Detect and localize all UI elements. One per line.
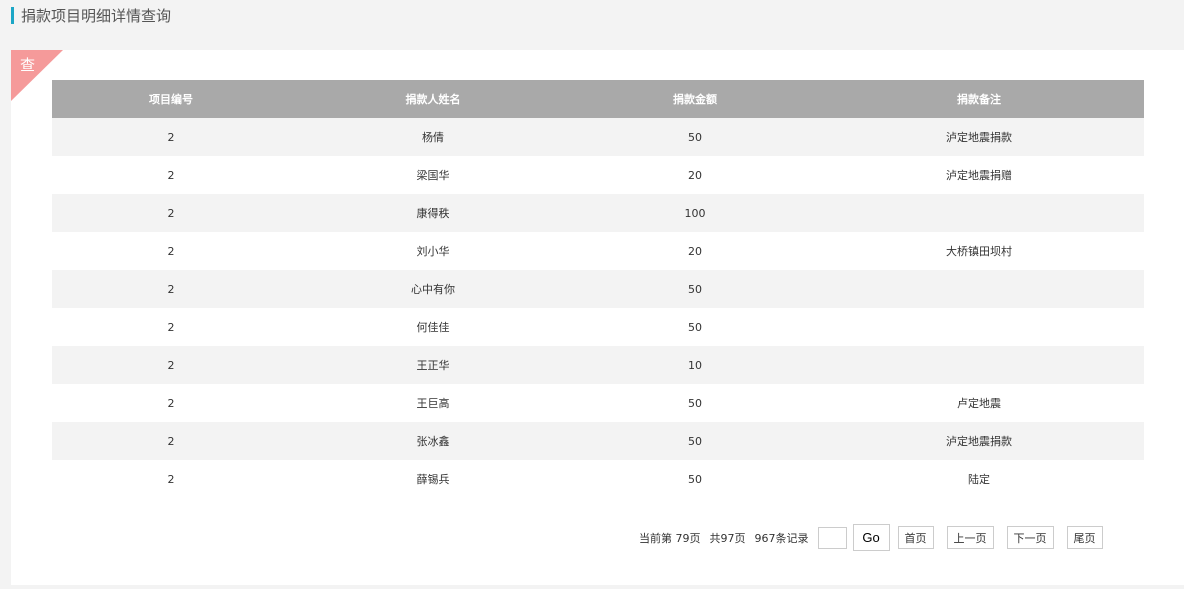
cell-project-id: 2 — [52, 308, 290, 346]
page-title: 捐款项目明细详情查询 — [21, 7, 172, 25]
cell-donor-name: 心中有你 — [290, 270, 576, 308]
cell-amount: 50 — [576, 118, 814, 156]
table-row: 2 何佳佳 50 — [52, 308, 1144, 346]
cell-remark — [814, 194, 1144, 232]
cell-amount: 10 — [576, 346, 814, 384]
cell-donor-name: 张冰鑫 — [290, 422, 576, 460]
table-row: 2 梁国华 20 泸定地震捐赠 — [52, 156, 1144, 194]
cell-amount: 50 — [576, 308, 814, 346]
first-page-button[interactable]: 首页 — [897, 526, 934, 549]
go-button[interactable]: Go — [852, 524, 890, 551]
cell-remark: 泸定地震捐款 — [814, 118, 1144, 156]
cell-project-id: 2 — [52, 460, 290, 498]
content-panel: 查 项目编号 捐款人姓名 捐款金额 捐款备注 2 杨倩 50 泸定地震捐款 2 梁国华 20… — [11, 50, 1184, 585]
cell-donor-name: 何佳佳 — [290, 308, 576, 346]
page-number-input[interactable] — [817, 526, 847, 549]
table-row: 2 张冰鑫 50 泸定地震捐款 — [52, 422, 1144, 460]
column-header-project-id: 项目编号 — [52, 80, 290, 118]
cell-project-id: 2 — [52, 156, 290, 194]
column-header-remark: 捐款备注 — [814, 80, 1144, 118]
cell-remark: 卢定地震 — [814, 384, 1144, 422]
column-header-amount: 捐款金额 — [576, 80, 814, 118]
corner-label: 查 — [20, 56, 36, 74]
total-records-text: 967条记录 — [754, 531, 809, 545]
cell-donor-name: 梁国华 — [290, 156, 576, 194]
table-header-row: 项目编号 捐款人姓名 捐款金额 捐款备注 — [52, 80, 1144, 118]
donation-table: 项目编号 捐款人姓名 捐款金额 捐款备注 2 杨倩 50 泸定地震捐款 2 梁国华 20 泸定… — [52, 80, 1144, 498]
cell-donor-name: 刘小华 — [290, 232, 576, 270]
cell-donor-name: 王巨高 — [290, 384, 576, 422]
cell-amount: 50 — [576, 422, 814, 460]
table-row: 2 心中有你 50 — [52, 270, 1144, 308]
cell-donor-name: 杨倩 — [290, 118, 576, 156]
cell-donor-name: 康得秩 — [290, 194, 576, 232]
table-row: 2 王正华 10 — [52, 346, 1144, 384]
cell-remark: 泸定地震捐赠 — [814, 156, 1144, 194]
current-page-text: 当前第 79页 — [639, 531, 701, 545]
cell-amount: 50 — [576, 460, 814, 498]
cell-remark: 陆定 — [814, 460, 1144, 498]
cell-project-id: 2 — [52, 194, 290, 232]
cell-amount: 50 — [576, 270, 814, 308]
next-page-button[interactable]: 下一页 — [1006, 526, 1054, 549]
cell-remark — [814, 270, 1144, 308]
cell-project-id: 2 — [52, 270, 290, 308]
cell-remark — [814, 308, 1144, 346]
cell-remark — [814, 346, 1144, 384]
cell-project-id: 2 — [52, 118, 290, 156]
cell-amount: 50 — [576, 384, 814, 422]
last-page-button[interactable]: 尾页 — [1066, 526, 1103, 549]
cell-remark: 泸定地震捐款 — [814, 422, 1144, 460]
cell-amount: 20 — [576, 156, 814, 194]
cell-project-id: 2 — [52, 422, 290, 460]
cell-remark: 大桥镇田坝村 — [814, 232, 1144, 270]
title-accent-bar — [11, 7, 14, 24]
table-row: 2 王巨高 50 卢定地震 — [52, 384, 1144, 422]
cell-project-id: 2 — [52, 232, 290, 270]
cell-donor-name: 薛锡兵 — [290, 460, 576, 498]
column-header-donor-name: 捐款人姓名 — [290, 80, 576, 118]
prev-page-button[interactable]: 上一页 — [946, 526, 994, 549]
cell-project-id: 2 — [52, 346, 290, 384]
total-pages-text: 共97页 — [709, 531, 746, 545]
table-row: 2 杨倩 50 泸定地震捐款 — [52, 118, 1144, 156]
cell-project-id: 2 — [52, 384, 290, 422]
pagination: 当前第 79页 共97页 967条记录 Go 首页 上一页 下一页 尾页 — [639, 524, 1103, 551]
cell-amount: 100 — [576, 194, 814, 232]
cell-donor-name: 王正华 — [290, 346, 576, 384]
table-row: 2 薛锡兵 50 陆定 — [52, 460, 1144, 498]
page-header: 捐款项目明细详情查询 — [11, 6, 171, 25]
table-row: 2 刘小华 20 大桥镇田坝村 — [52, 232, 1144, 270]
table-row: 2 康得秩 100 — [52, 194, 1144, 232]
cell-amount: 20 — [576, 232, 814, 270]
